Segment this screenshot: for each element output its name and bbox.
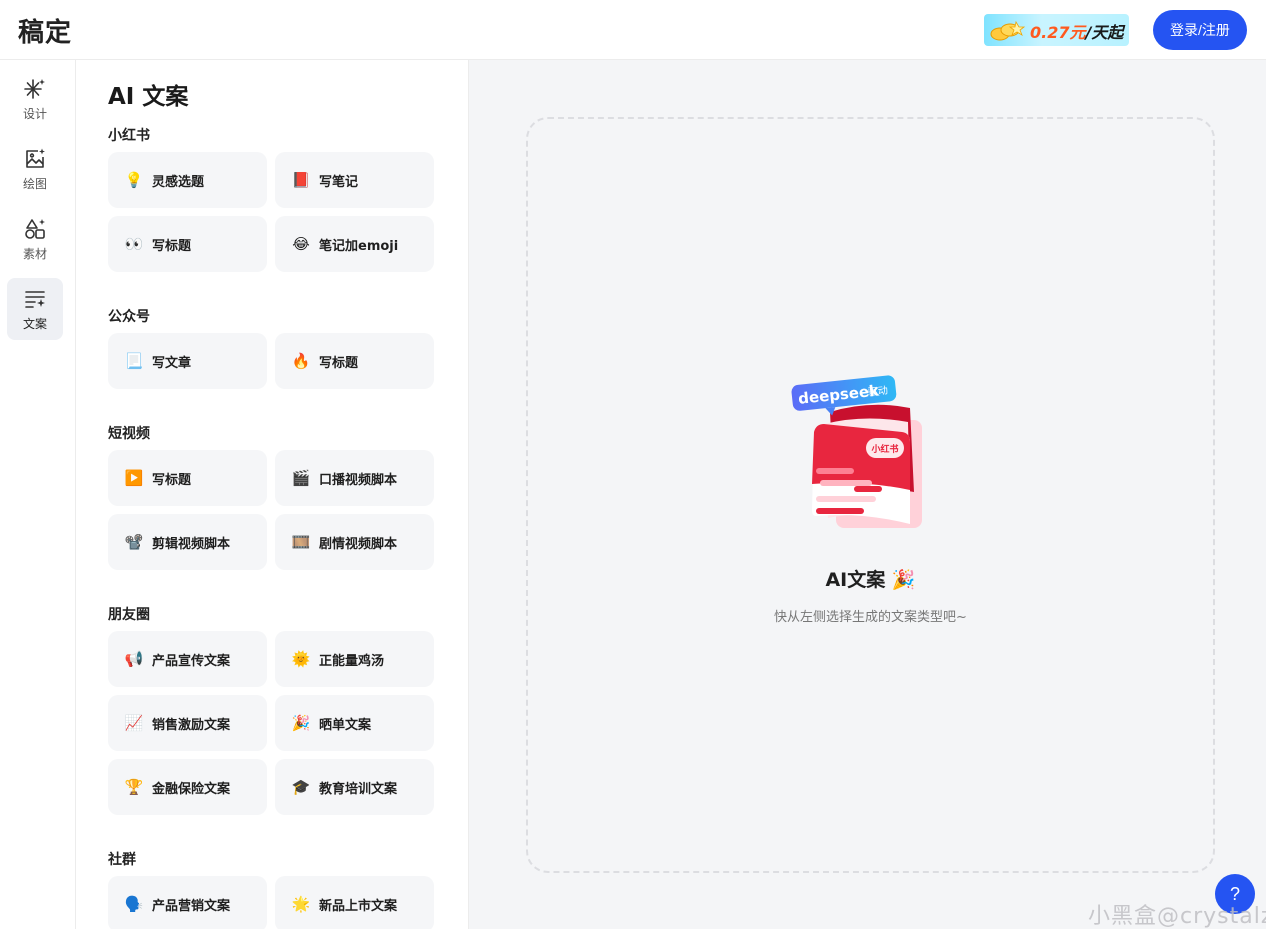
option-label: 写标题	[152, 472, 192, 488]
section-title-community: 社群	[108, 852, 136, 868]
option-label: 产品宣传文案	[152, 653, 231, 669]
document-icon: 📃	[124, 352, 144, 370]
promo-banner[interactable]: 0.27元/天起	[984, 14, 1129, 46]
option-label: 新品上市文案	[319, 898, 398, 914]
option-card[interactable]: 📃 写文章	[108, 333, 267, 389]
option-label: 写笔记	[319, 174, 359, 190]
rail-item-copywriting[interactable]: 文案	[7, 278, 63, 340]
speaking-head-icon: 🗣️	[124, 895, 144, 913]
party-popper-icon: 🎉	[291, 714, 311, 732]
sparkle-icon	[24, 78, 45, 99]
option-card[interactable]: 📽️ 剪辑视频脚本	[108, 514, 267, 570]
rail-item-draw[interactable]: 绘图	[7, 138, 63, 200]
promo-price: 0.27元	[1030, 23, 1086, 42]
top-bar: 稿定 0.27元/天起 登录/注册	[0, 0, 1266, 60]
empty-state-subtitle: 快从左侧选择生成的文案类型吧~	[774, 610, 967, 625]
graduation-cap-icon: 🎓	[291, 778, 311, 796]
glowing-star-icon: 🌟	[291, 895, 311, 913]
fire-icon: 🔥	[291, 352, 311, 370]
chart-up-icon: 📈	[124, 714, 144, 732]
option-card[interactable]: 🎉 晒单文案	[275, 695, 434, 751]
text-sparkle-icon	[25, 290, 45, 308]
option-label: 写文章	[152, 355, 192, 371]
option-label: 金融保险文案	[152, 781, 231, 797]
rail-label: 素材	[22, 246, 47, 261]
watermark: 小黑盒@crystalz	[1088, 904, 1266, 929]
coins-icon	[990, 20, 1026, 41]
option-card[interactable]: 😂 笔记加emoji	[275, 216, 434, 272]
option-label: 灵感选题	[152, 174, 205, 190]
option-label: 写标题	[152, 238, 192, 254]
film-frames-icon: 🎞️	[291, 533, 311, 551]
rail-label: 文案	[22, 316, 47, 331]
option-label: 口播视频脚本	[319, 472, 398, 488]
option-card[interactable]: 🎓 教育培训文案	[275, 759, 434, 815]
card-tag-text: 小红书	[870, 443, 898, 455]
trophy-icon: 🏆	[124, 778, 144, 796]
option-label: 剪辑视频脚本	[152, 536, 231, 552]
rail-label: 设计	[22, 106, 47, 121]
rail-label: 绘图	[22, 176, 47, 191]
option-card[interactable]: 💡 灵感选题	[108, 152, 267, 208]
xiaohongshu-card-illustration: 小红书 deepseek 驱动	[791, 375, 922, 528]
deepseek-badge-suffix: 驱动	[867, 385, 888, 399]
option-card[interactable]: 📈 销售激励文案	[108, 695, 267, 751]
option-card[interactable]: 🌞 正能量鸡汤	[275, 631, 434, 687]
option-card[interactable]: ▶️ 写标题	[108, 450, 267, 506]
option-card[interactable]: 🌟 新品上市文案	[275, 876, 434, 929]
red-book-icon: 📕	[291, 171, 311, 189]
option-card[interactable]: 📢 产品宣传文案	[108, 631, 267, 687]
option-label: 笔记加emoji	[319, 238, 399, 254]
app-logo[interactable]: 稿定	[18, 12, 72, 49]
lightbulb-icon: 💡	[124, 171, 144, 189]
copywriting-panel: AI 文案 小红书 💡 灵感选题 📕 写笔记 👀 写标题 😂 笔记加emoji …	[76, 60, 469, 929]
play-button-icon: ▶️	[124, 469, 144, 487]
section-title-short-video: 短视频	[108, 426, 150, 442]
option-card[interactable]: 📕 写笔记	[275, 152, 434, 208]
option-label: 晒单文案	[319, 717, 372, 733]
section-title-xiaohongshu: 小红书	[108, 128, 150, 144]
option-card[interactable]: 🎬 口播视频脚本	[275, 450, 434, 506]
option-label: 销售激励文案	[152, 717, 231, 733]
option-label: 正能量鸡汤	[319, 653, 385, 669]
film-projector-icon: 📽️	[124, 533, 144, 551]
option-card[interactable]: 🔥 写标题	[275, 333, 434, 389]
promo-text: 0.27元/天起	[1030, 19, 1123, 43]
login-register-button[interactable]: 登录/注册	[1153, 10, 1247, 50]
empty-state-title: AI文案 🎉	[825, 569, 916, 591]
clapper-board-icon: 🎬	[291, 469, 311, 487]
option-card[interactable]: 🎞️ 剧情视频脚本	[275, 514, 434, 570]
nav-rail: 设计 绘图 素材 文案	[0, 60, 76, 929]
shapes-icon	[25, 218, 45, 239]
laughing-face-icon: 😂	[292, 235, 310, 253]
option-label: 剧情视频脚本	[319, 536, 398, 552]
promo-unit: /天起	[1085, 23, 1124, 42]
section-title-wechat-official: 公众号	[108, 309, 150, 325]
rail-item-assets[interactable]: 素材	[7, 208, 63, 270]
image-sparkle-icon	[26, 148, 45, 168]
option-label: 写标题	[319, 355, 359, 371]
section-title-moments: 朋友圈	[108, 607, 150, 623]
loudspeaker-icon: 📢	[124, 650, 144, 668]
eyes-icon: 👀	[124, 235, 144, 253]
option-card[interactable]: 🗣️ 产品营销文案	[108, 876, 267, 929]
panel-title: AI 文案	[108, 84, 189, 110]
rail-item-design[interactable]: 设计	[7, 68, 63, 130]
sun-icon: 🌞	[291, 650, 311, 668]
option-label: 教育培训文案	[319, 781, 398, 797]
option-label: 产品营销文案	[152, 898, 231, 914]
option-card[interactable]: 👀 写标题	[108, 216, 267, 272]
main-area: 小红书 deepseek 驱动 AI文案 🎉 快从左侧选择生成的文案类型吧~	[469, 60, 1266, 929]
option-card[interactable]: 🏆 金融保险文案	[108, 759, 267, 815]
